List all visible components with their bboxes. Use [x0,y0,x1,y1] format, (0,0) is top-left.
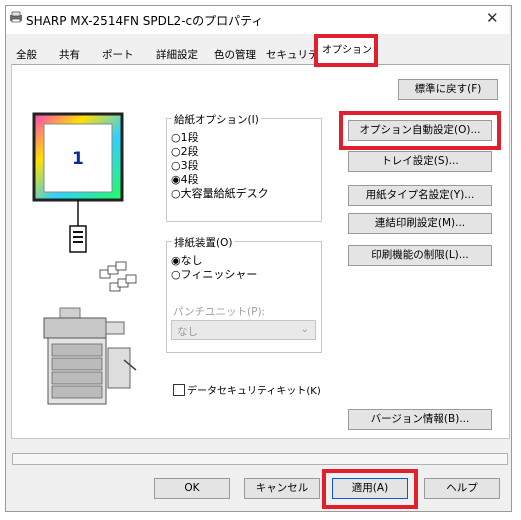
chevron-down-icon: ⌄ [300,324,309,335]
cancel-button[interactable]: キャンセル [244,478,320,499]
printer-icon [9,11,23,23]
apply-highlight [322,469,418,509]
radio-output-none[interactable]: ◉なし [171,254,257,268]
paper-type-name-button[interactable]: 用紙タイプ名設定(Y)... [348,185,492,206]
ok-button[interactable]: OK [154,478,230,499]
punch-unit-select[interactable]: なし ⌄ [171,320,316,340]
paper-options-label: 給紙オプション(I) [172,112,261,127]
tab-color-management[interactable]: 色の管理 [210,45,260,65]
radio-large-capacity-desk[interactable]: ○大容量給紙デスク [171,187,269,201]
security-kit-label: データセキュリティキット(K) [187,386,321,397]
tab-general[interactable]: 全般 [12,45,41,65]
output-device-label: 排紙装置(O) [172,235,235,250]
radio-output-finisher[interactable]: ○フィニッシャー [171,268,257,282]
tab-port[interactable]: ポート [98,45,138,65]
radio-tray-4[interactable]: ◉4段 [171,173,269,187]
status-strip [12,453,508,465]
print-restriction-button[interactable]: 印刷機能の制限(L)... [348,245,492,266]
punch-unit-value: なし [177,326,198,338]
tab-options-highlight [314,34,378,67]
tab-advanced[interactable]: 詳細設定 [152,45,202,65]
punch-unit-label: パンチユニット(P): [173,306,266,318]
help-button[interactable]: ヘルプ [424,478,500,499]
version-info-button[interactable]: バージョン情報(B)... [348,409,492,430]
radio-tray-3[interactable]: ○3段 [171,159,269,173]
continuous-print-button[interactable]: 連結印刷設定(M)... [348,213,492,234]
window-title: SHARP MX-2514FN SPDL2-cのプロパティ [26,14,264,28]
tab-sharing[interactable]: 共有 [55,45,84,65]
security-kit-checkbox[interactable] [173,384,185,396]
output-device-list: ◉なし ○フィニッシャー [171,254,257,282]
paper-options-list: ○1段 ○2段 ○3段 ◉4段 ○大容量給紙デスク [171,131,269,201]
radio-tray-2[interactable]: ○2段 [171,145,269,159]
restore-defaults-button[interactable]: 標準に戻す(F) [398,79,498,100]
radio-tray-1[interactable]: ○1段 [171,131,269,145]
close-icon[interactable]: ✕ [486,9,499,27]
preview-page-number: 1 [72,149,84,169]
tray-settings-button[interactable]: トレイ設定(S)... [348,151,492,172]
auto-config-highlight [339,111,501,150]
